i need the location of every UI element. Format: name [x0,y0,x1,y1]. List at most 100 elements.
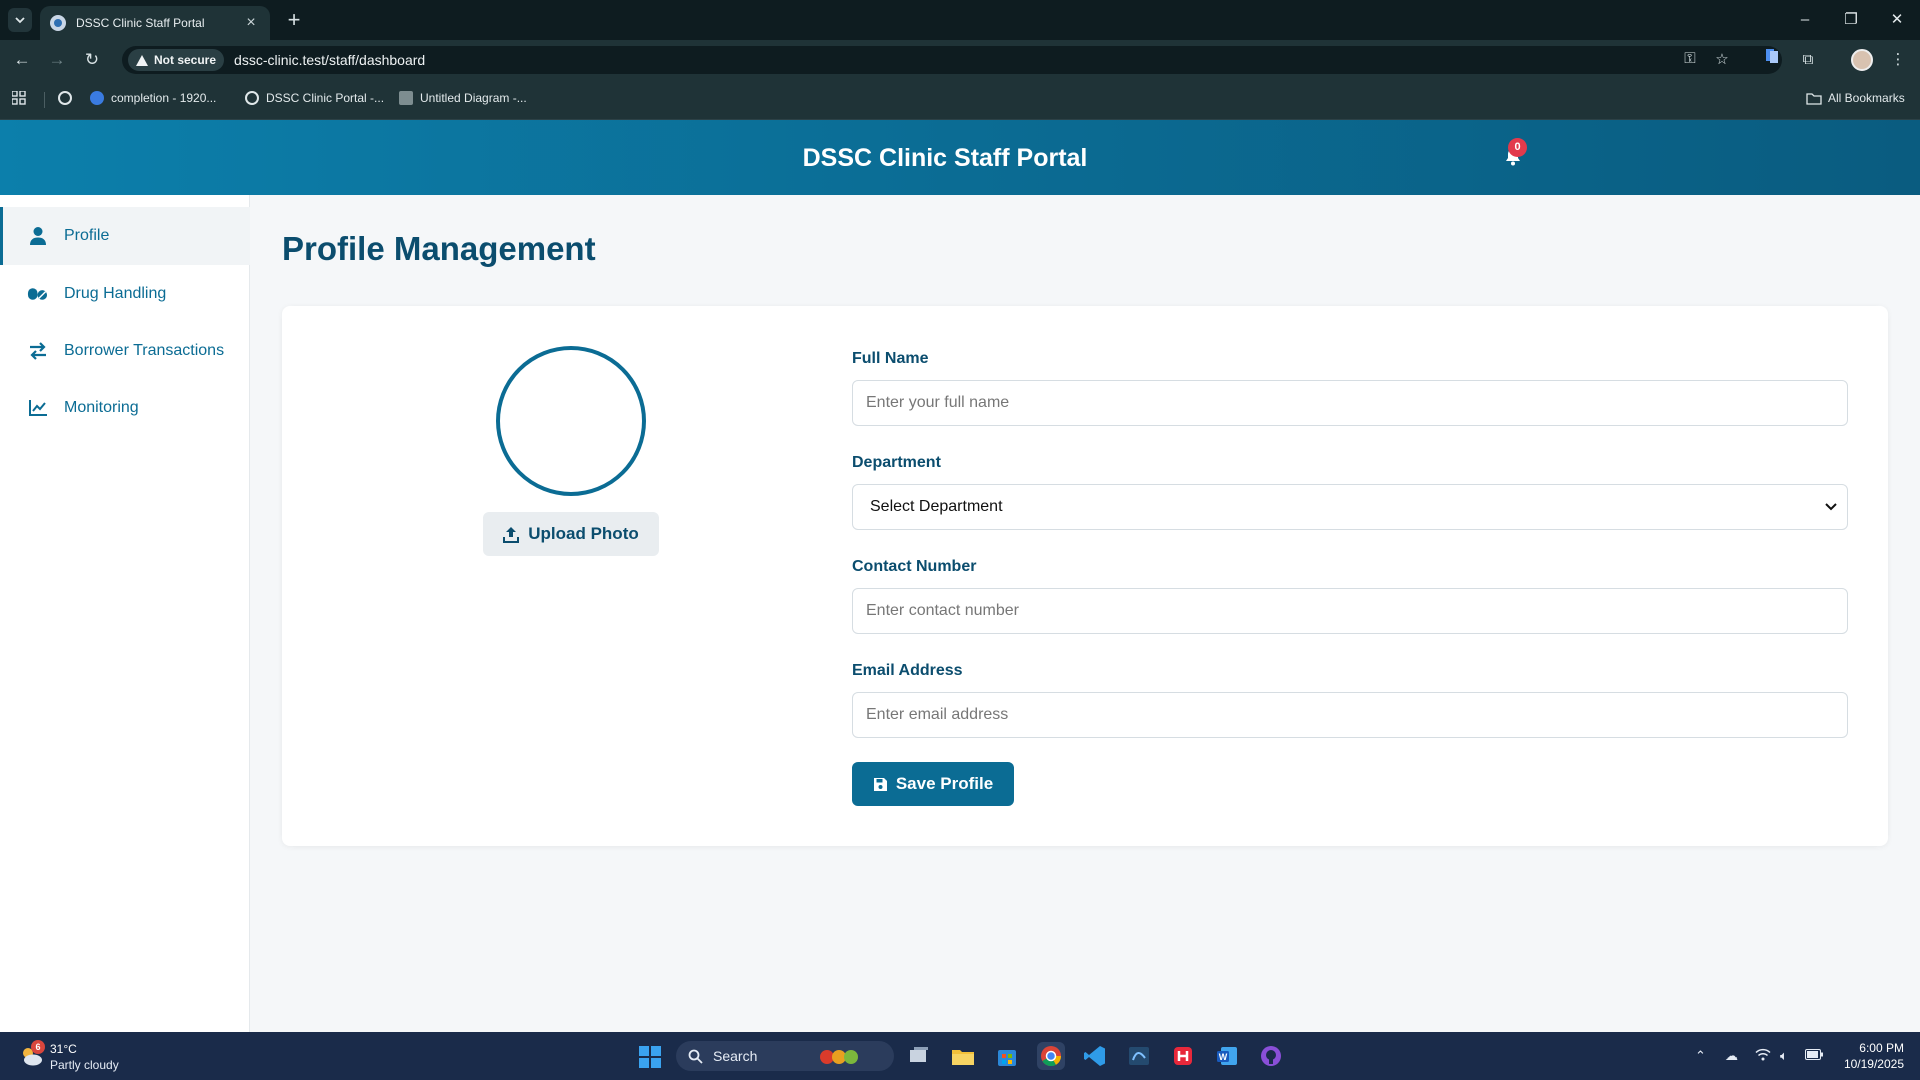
upload-icon [503,526,520,543]
app-title: DSSC Clinic Staff Portal [802,144,1088,172]
bookmarks-bar: completion - 1920... DSSC Clinic Portal … [0,80,1920,120]
sidebar-item-borrower-transactions[interactable]: Borrower Transactions [0,322,250,380]
volume-icon[interactable]: 🔈︎ [1780,1048,1788,1064]
weather-temperature[interactable]: 31°C [50,1042,77,1056]
tab-search-button[interactable] [8,8,32,32]
bookmark-globe-icon[interactable] [58,91,79,105]
profile-photo-placeholder [496,346,646,496]
url-text: dssc-clinic.test/staff/dashboard [234,52,426,68]
password-key-icon[interactable]: ⚿ [1680,50,1700,67]
weather-condition[interactable]: Partly cloudy [50,1058,119,1072]
chevron-down-icon [15,17,25,24]
upload-photo-label: Upload Photo [528,524,639,543]
bookmark-item[interactable]: completion - 1920... [90,91,216,105]
extensions-puzzle-icon[interactable]: ⧉ [1796,48,1820,72]
bookmark-star-icon[interactable]: ☆ [1712,50,1732,68]
profile-avatar[interactable] [1851,49,1873,71]
sidebar-item-label: Borrower Transactions [64,342,225,359]
department-label: Department [852,454,941,471]
task-view-icon[interactable] [905,1042,933,1070]
reload-button[interactable]: ↻ [80,48,104,72]
app-header: DSSC Clinic Staff Portal [0,120,1920,195]
restore-button[interactable]: ❐ [1836,6,1866,34]
taskbar-clock-time[interactable]: 6:00 PM [1850,1041,1904,1055]
onedrive-cloud-icon[interactable]: ☁ [1725,1048,1738,1064]
sidebar-item-profile[interactable]: Profile [0,207,250,265]
fruit-highlight-icon [820,1050,859,1064]
bookmark-label: Untitled Diagram -... [420,91,527,105]
word-icon[interactable]: W [1213,1042,1241,1070]
save-profile-button[interactable]: Save Profile [852,762,1014,806]
chevron-up-icon[interactable]: ⌃ [1695,1048,1706,1064]
security-indicator[interactable]: Not secure [128,49,225,71]
github-desktop-icon[interactable] [1257,1042,1285,1070]
weather-alert-badge: 6 [31,1040,45,1054]
sidebar-item-label: Monitoring [64,399,139,416]
full-name-input[interactable] [852,380,1848,426]
upload-photo-button[interactable]: Upload Photo [483,512,659,556]
save-profile-label: Save Profile [895,774,994,793]
all-bookmarks-label: All Bookmarks [1828,91,1905,105]
browser-tab-bar: DSSC Clinic Staff Portal × + – ❐ ✕ [0,0,1920,40]
windows-taskbar: 6 31°C Partly cloudy Search W ⌃ ☁ 🔈︎ 6:0… [0,1032,1920,1080]
battery-icon[interactable] [1805,1048,1823,1063]
close-tab-icon[interactable]: × [242,14,260,32]
bookmark-item[interactable]: DSSC Clinic Portal -... [245,91,384,105]
all-bookmarks-button[interactable]: All Bookmarks [1806,91,1905,105]
taskbar-search[interactable]: Search [676,1041,894,1071]
sidebar-item-drug-handling[interactable]: Drug Handling [0,265,250,323]
warning-triangle-icon [136,54,148,66]
sidebar-item-label: Profile [64,227,110,244]
email-address-input[interactable] [852,692,1848,738]
apps-grid-icon[interactable] [12,91,26,105]
email-address-label: Email Address [852,662,963,679]
chrome-icon[interactable] [1037,1042,1065,1070]
bookmark-item[interactable]: Untitled Diagram -... [399,91,527,105]
minimize-button[interactable]: – [1790,6,1820,34]
browser-menu-icon[interactable]: ⋮ [1886,48,1910,72]
department-selected-value: Select Department [870,498,1003,515]
address-bar[interactable]: Not secure dssc-clinic.test/staff/dashbo… [122,46,1782,74]
svg-text:W: W [1219,1052,1228,1062]
user-icon [27,226,48,247]
full-name-label: Full Name [852,350,929,367]
search-label: Search [713,1048,758,1064]
sidebar-item-label: Drug Handling [64,285,167,302]
line-chart-icon [27,398,48,419]
bookmark-label: DSSC Clinic Portal -... [266,91,385,105]
vscode-icon[interactable] [1081,1042,1109,1070]
completion-favicon-icon [90,91,104,105]
sql-tool-icon[interactable] [1125,1042,1153,1070]
department-select[interactable]: Select Department [852,484,1848,530]
security-label: Not secure [154,53,217,67]
bookmark-label: completion - 1920... [111,91,217,105]
forward-button[interactable]: → [45,48,69,72]
back-button[interactable]: ← [10,48,34,72]
taskbar-clock-date[interactable]: 10/19/2025 [1834,1057,1904,1071]
contact-number-label: Contact Number [852,558,977,575]
chevron-down-icon [1825,503,1837,511]
browser-tab[interactable]: DSSC Clinic Staff Portal × [40,6,270,40]
folder-icon [1806,92,1822,105]
new-tab-button[interactable]: + [282,8,306,32]
wifi-icon[interactable] [1755,1048,1771,1064]
page-title: Profile Management [282,230,596,267]
sidebar-item-monitoring[interactable]: Monitoring [0,379,250,437]
file-explorer-icon[interactable] [949,1042,977,1070]
extension-docs-icon[interactable] [1760,48,1784,72]
bookmarks-divider [44,92,45,108]
globe-icon [245,91,259,105]
tab-title: DSSC Clinic Staff Portal [76,16,205,30]
browser-toolbar: ← → ↻ Not secure dssc-clinic.test/staff/… [0,40,1920,80]
close-window-button[interactable]: ✕ [1882,6,1912,34]
microsoft-store-icon[interactable] [993,1042,1021,1070]
windows-start-icon[interactable] [639,1046,661,1068]
floppy-disk-icon [873,777,887,791]
contact-number-input[interactable] [852,588,1848,634]
site-favicon-icon [50,15,66,31]
herd-app-icon[interactable] [1169,1042,1197,1070]
pills-icon [27,284,48,305]
search-icon [688,1049,703,1064]
exchange-arrows-icon [27,341,48,362]
diagram-icon [399,91,413,105]
